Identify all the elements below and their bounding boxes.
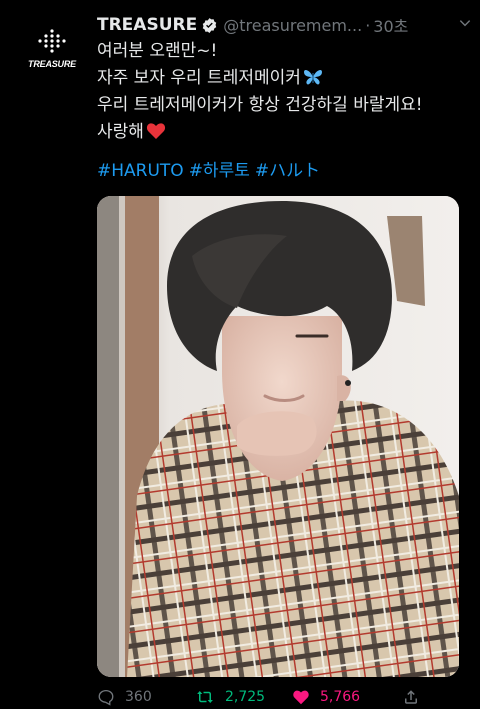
heart-icon bbox=[293, 690, 309, 704]
tweet-actions: 360 2,725 5,766 bbox=[97, 684, 467, 709]
share-icon bbox=[405, 689, 417, 704]
tweet-line: 우리 트레저메이커가 항상 건강하길 바랄게요! bbox=[97, 95, 423, 115]
tweet-text: 여러분 오랜만~! 자주 보자 우리 트레저메이커 우리 트레저메이커가 항상 … bbox=[97, 38, 467, 146]
treasure-logo-icon bbox=[38, 29, 66, 53]
share-button[interactable] bbox=[402, 688, 420, 706]
header-separator: · bbox=[365, 15, 371, 35]
butterfly-icon bbox=[303, 69, 322, 85]
display-name[interactable]: TREASURE bbox=[97, 15, 197, 35]
hashtag-link[interactable]: #ハルト bbox=[255, 161, 320, 181]
like-count: 5,766 bbox=[320, 688, 361, 705]
like-button[interactable]: 5,766 bbox=[292, 688, 402, 706]
avatar-brand-text: TREASURE bbox=[28, 59, 76, 69]
reply-icon bbox=[98, 689, 114, 706]
user-handle[interactable]: @treasuremem... bbox=[223, 16, 362, 35]
reply-count: 360 bbox=[125, 688, 152, 705]
chevron-down-icon[interactable] bbox=[458, 16, 472, 30]
tweet-line: 사랑해 bbox=[97, 119, 467, 146]
tweet-header: TREASURE @treasuremem... · 30초 bbox=[97, 12, 471, 38]
hashtag-link[interactable]: #하루토 bbox=[189, 161, 250, 181]
tweet-timestamp[interactable]: 30초 bbox=[373, 13, 408, 37]
retweet-button[interactable]: 2,725 bbox=[195, 688, 292, 706]
red-heart-icon bbox=[146, 123, 165, 139]
avatar[interactable]: TREASURE bbox=[14, 14, 90, 90]
retweet-icon bbox=[197, 690, 213, 703]
hashtags: #HARUTO #하루토 #ハルト bbox=[97, 158, 325, 185]
tweet-line: 자주 보자 우리 트레저메이커 bbox=[97, 65, 467, 92]
tweet[interactable]: TREASURE TREASURE @treasuremem... · 30초 … bbox=[0, 0, 480, 709]
verified-badge-icon bbox=[201, 17, 218, 34]
reply-button[interactable]: 360 bbox=[97, 688, 195, 706]
hashtag-link[interactable]: #HARUTO bbox=[97, 161, 184, 181]
retweet-count: 2,725 bbox=[225, 688, 266, 705]
tweet-line: 여러분 오랜만~! bbox=[97, 41, 218, 61]
tweet-photo[interactable] bbox=[97, 196, 459, 677]
selfie-photo bbox=[97, 196, 459, 677]
